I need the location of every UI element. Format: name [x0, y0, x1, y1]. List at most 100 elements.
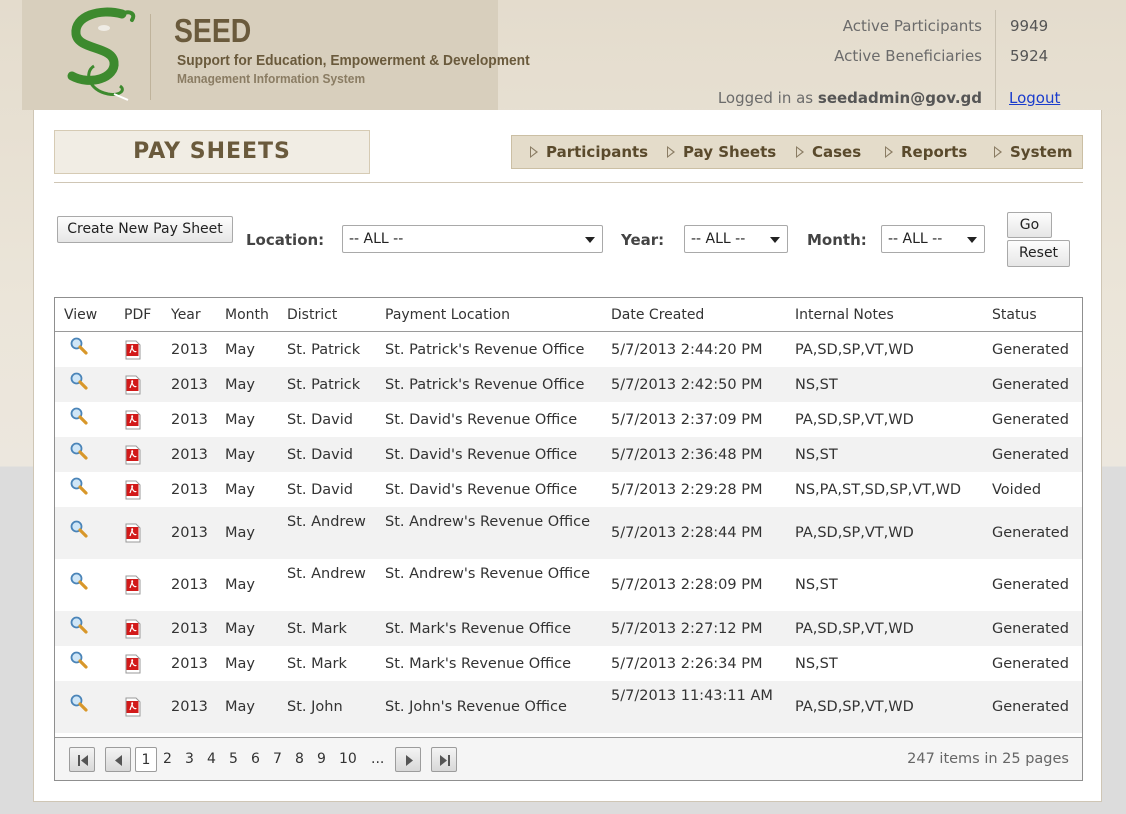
month-select-value: -- ALL --	[888, 231, 943, 247]
cell-date-created: 5/7/2013 2:42:50 PM	[611, 376, 763, 393]
cell-month: May	[225, 446, 255, 463]
logged-in-text: Logged in as seedadmin@gov.gd	[718, 89, 982, 107]
pdf-icon[interactable]	[123, 697, 143, 717]
logout-link[interactable]: Logout	[1009, 89, 1060, 107]
prev-page-button[interactable]	[105, 747, 131, 772]
column-header-pdf[interactable]: PDF	[124, 307, 151, 323]
next-page-button[interactable]	[395, 747, 421, 772]
nav-system[interactable]: System	[994, 136, 1072, 168]
table-row[interactable]: 2013 May St. Andrew St. Andrew's Revenue Of…	[55, 507, 1082, 559]
magnifier-icon[interactable]	[69, 615, 89, 635]
page-number-link[interactable]: 9	[317, 747, 326, 772]
last-page-button[interactable]	[431, 747, 457, 772]
table-row[interactable]: 2013 May St. David St. David's Revenue Offi…	[55, 472, 1082, 507]
nav-cases[interactable]: Cases	[796, 136, 861, 168]
nav-cases-label: Cases	[812, 143, 862, 161]
cell-district: St. Andrew	[287, 514, 366, 530]
seed-logo-icon	[67, 7, 136, 101]
page-number-link[interactable]: 1	[135, 747, 157, 772]
magnifier-icon[interactable]	[69, 476, 89, 496]
page-number-link[interactable]: 8	[295, 747, 304, 772]
magnifier-icon[interactable]	[69, 519, 89, 539]
cell-district: St. Patrick	[287, 341, 361, 358]
table-row[interactable]: 2013 May St. David St. David's Revenue Offi…	[55, 402, 1082, 437]
cell-district: St. Mark	[287, 620, 347, 637]
pdf-icon[interactable]	[123, 410, 143, 430]
page-number-link[interactable]: 5	[229, 747, 238, 772]
table-row[interactable]: 2013 May St. Andrew St. Andrew's Revenue Of…	[55, 559, 1082, 611]
cell-year: 2013	[171, 525, 208, 541]
pdf-icon[interactable]	[123, 654, 143, 674]
page-number-link[interactable]: 4	[207, 747, 216, 772]
cell-payment-location: St. David's Revenue Office	[385, 411, 578, 428]
column-header-district[interactable]: District	[287, 307, 337, 323]
cell-internal-notes: NS,ST	[795, 577, 838, 593]
month-select[interactable]: -- ALL --	[881, 225, 985, 253]
page-number-link[interactable]: 2	[163, 747, 172, 772]
pdf-icon[interactable]	[123, 575, 143, 595]
pdf-icon[interactable]	[123, 619, 143, 639]
page-more-link[interactable]: ...	[371, 747, 384, 772]
cell-internal-notes: NS,ST	[795, 376, 838, 393]
cell-internal-notes: PA,SD,SP,VT,WD	[795, 699, 914, 715]
table-row[interactable]: 2013 May St. David St. David's Revenue Offi…	[55, 437, 1082, 472]
pdf-icon[interactable]	[123, 445, 143, 465]
pdf-icon[interactable]	[123, 375, 143, 395]
cell-date-created: 5/7/2013 2:26:34 PM	[611, 655, 763, 672]
cell-district: St. Patrick	[287, 376, 361, 393]
table-row[interactable]: 2013 May St. Mark St. Mark's Revenue Office…	[55, 646, 1082, 681]
cell-month: May	[225, 481, 255, 498]
cell-payment-location: St. Patrick's Revenue Office	[385, 341, 585, 358]
page-number-link[interactable]: 3	[185, 747, 194, 772]
nav-pay-sheets[interactable]: Pay Sheets	[667, 136, 776, 168]
table-row[interactable]: 2013 May St. Patrick St. Patrick's Revenue …	[55, 367, 1082, 402]
pager: 1 2 3 4 5 6 7 8 9 10... 247 items in 25 pages	[55, 737, 1082, 780]
table-row[interactable]: 2013 May St. John St. John's Revenue Office…	[55, 681, 1082, 733]
active-participants-value: 9949	[1010, 17, 1049, 35]
go-button[interactable]: Go	[1007, 212, 1052, 238]
table-row[interactable]: 2013 May St. Mark St. Mark's Revenue Office…	[55, 611, 1082, 646]
pdf-icon[interactable]	[123, 523, 143, 543]
pdf-icon[interactable]	[123, 480, 143, 500]
cell-year: 2013	[171, 376, 208, 393]
magnifier-icon[interactable]	[69, 650, 89, 670]
magnifier-icon[interactable]	[69, 371, 89, 391]
magnifier-icon[interactable]	[69, 693, 89, 713]
first-page-button[interactable]	[69, 747, 95, 772]
cell-status: Generated	[992, 577, 1069, 593]
cell-date-created: 5/7/2013 2:44:20 PM	[611, 341, 763, 358]
cell-date-created: 5/7/2013 2:29:28 PM	[611, 481, 763, 498]
stats-divider	[995, 10, 996, 110]
nav-participants[interactable]: Participants	[530, 136, 648, 168]
chevron-down-icon	[770, 237, 780, 243]
table-row[interactable]: 2013 May St. Patrick St. Patrick's Revenue …	[55, 332, 1082, 367]
column-header-date-created[interactable]: Date Created	[611, 307, 704, 323]
page-number-link[interactable]: 10	[339, 747, 357, 772]
magnifier-icon[interactable]	[69, 571, 89, 591]
cell-internal-notes: PA,SD,SP,VT,WD	[795, 411, 914, 428]
magnifier-icon[interactable]	[69, 441, 89, 461]
year-select-value: -- ALL --	[691, 231, 746, 247]
page-number-link[interactable]: 7	[273, 747, 282, 772]
location-select[interactable]: -- ALL --	[342, 225, 603, 253]
pdf-icon[interactable]	[123, 340, 143, 360]
column-header-internal-notes[interactable]: Internal Notes	[795, 307, 894, 323]
pay-sheets-table: View PDF Year Month District Payment Loc…	[54, 297, 1083, 781]
cell-district: St. David	[287, 411, 353, 428]
nav-reports[interactable]: Reports	[885, 136, 967, 168]
magnifier-icon[interactable]	[69, 336, 89, 356]
cell-month: May	[225, 376, 255, 393]
page-number-link[interactable]: 6	[251, 747, 260, 772]
column-header-year[interactable]: Year	[171, 307, 201, 323]
create-pay-sheet-button[interactable]: Create New Pay Sheet	[57, 216, 233, 243]
column-header-status[interactable]: Status	[992, 307, 1037, 323]
cell-year: 2013	[171, 341, 208, 358]
column-header-payment-location[interactable]: Payment Location	[385, 307, 510, 323]
magnifier-icon[interactable]	[69, 406, 89, 426]
column-header-month[interactable]: Month	[225, 307, 269, 323]
column-header-view[interactable]: View	[64, 307, 97, 323]
chevron-down-icon	[585, 237, 595, 243]
reset-button[interactable]: Reset	[1007, 240, 1070, 267]
month-label: Month:	[807, 231, 867, 249]
year-select[interactable]: -- ALL --	[684, 225, 788, 253]
